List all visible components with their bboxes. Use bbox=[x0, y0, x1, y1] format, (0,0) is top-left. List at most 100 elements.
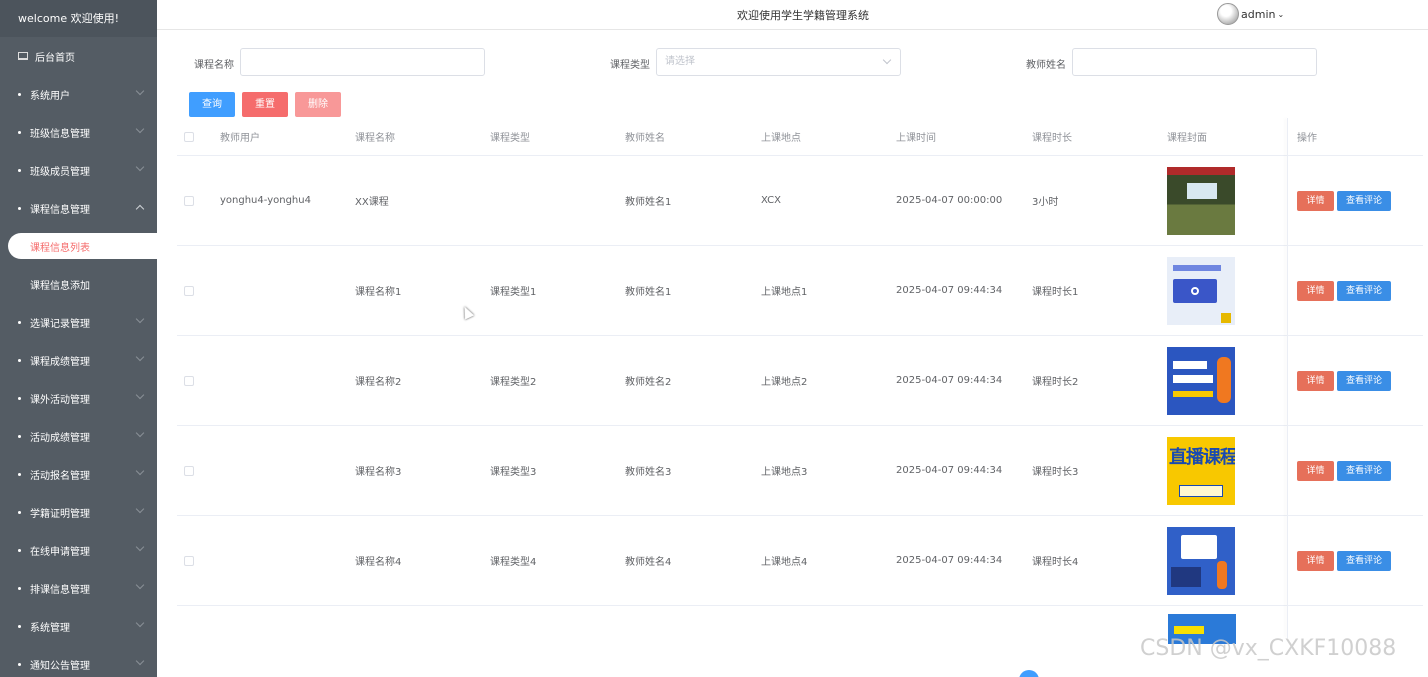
row-checkbox[interactable] bbox=[184, 375, 194, 386]
cell-teacher-name: 教师姓名1 bbox=[625, 287, 672, 298]
detail-button[interactable]: 详情 bbox=[1297, 550, 1334, 571]
avatar[interactable] bbox=[1217, 3, 1239, 25]
sidebar-item-home[interactable]: 后台首页 bbox=[0, 37, 157, 75]
sidebar-subitem-course-add[interactable]: 课程信息添加 bbox=[0, 265, 157, 303]
bullet-icon bbox=[18, 320, 21, 324]
chevron-down-icon bbox=[135, 124, 145, 134]
course-cover-image[interactable] bbox=[1167, 166, 1235, 235]
sidebar-item-class-info[interactable]: 班级信息管理 bbox=[0, 113, 157, 151]
table-row: 课程名称3 课程类型3 教师姓名3 上课地点3 2025-04-07 09:44… bbox=[177, 426, 1423, 516]
teacher-name-input[interactable] bbox=[1072, 48, 1317, 76]
sidebar-item-label: 排课信息管理 bbox=[30, 584, 90, 596]
sidebar-item-course-info[interactable]: 课程信息管理 bbox=[0, 189, 157, 227]
sidebar-item-system-manage[interactable]: 系统管理 bbox=[0, 607, 157, 645]
cell-teacher-name: 教师姓名4 bbox=[625, 557, 672, 568]
row-checkbox[interactable] bbox=[184, 285, 194, 296]
home-icon bbox=[18, 52, 28, 60]
chevron-down-icon bbox=[135, 580, 145, 590]
sidebar-item-activity-grades[interactable]: 活动成绩管理 bbox=[0, 417, 157, 455]
view-comments-button[interactable]: 查看评论 bbox=[1337, 280, 1391, 301]
course-cover-image[interactable] bbox=[1167, 526, 1235, 595]
table-header: 教师用户 课程名称 课程类型 教师姓名 上课地点 上课时间 课程时长 课程封面 … bbox=[177, 118, 1423, 156]
bullet-icon bbox=[18, 168, 21, 172]
course-name-input[interactable] bbox=[240, 48, 485, 76]
sidebar-item-label: 后台首页 bbox=[35, 52, 75, 64]
bullet-icon bbox=[18, 510, 21, 514]
course-cover-image[interactable]: 直播课程 bbox=[1167, 436, 1235, 505]
sidebar-item-online-apply[interactable]: 在线申请管理 bbox=[0, 531, 157, 569]
row-checkbox[interactable] bbox=[184, 465, 194, 476]
cell-location: 上课地点2 bbox=[761, 377, 808, 388]
sidebar: welcome 欢迎使用! 后台首页 系统用户 班级信息管理 班级成员管理 课程… bbox=[0, 0, 157, 677]
chevron-down-icon bbox=[135, 466, 145, 476]
sidebar-item-label: 选课记录管理 bbox=[30, 318, 90, 330]
cell-time: 2025-04-07 09:44:34 bbox=[896, 285, 1003, 296]
teacher-name-label: 教师姓名 bbox=[1026, 60, 1066, 71]
course-table: 教师用户 课程名称 课程类型 教师姓名 上课地点 上课时间 课程时长 课程封面 … bbox=[177, 118, 1423, 638]
view-comments-button[interactable]: 查看评论 bbox=[1337, 550, 1391, 571]
view-comments-button[interactable]: 查看评论 bbox=[1337, 190, 1391, 211]
course-type-select[interactable]: 请选择 bbox=[656, 48, 901, 76]
cell-course-type: 课程类型1 bbox=[490, 287, 537, 298]
reset-button[interactable]: 重置 bbox=[242, 92, 288, 117]
bullet-icon bbox=[18, 358, 21, 362]
detail-button[interactable]: 详情 bbox=[1297, 460, 1334, 481]
header-teacher-name: 教师姓名 bbox=[625, 133, 665, 144]
select-all-checkbox[interactable] bbox=[184, 131, 194, 142]
delete-button[interactable]: 删除 bbox=[295, 92, 341, 117]
top-header: 欢迎使用学生学籍管理系统 admin ⌄ bbox=[157, 0, 1428, 30]
sidebar-item-course-grades[interactable]: 课程成绩管理 bbox=[0, 341, 157, 379]
sidebar-item-label: 系统管理 bbox=[30, 622, 70, 634]
cell-location: 上课地点4 bbox=[761, 557, 808, 568]
detail-button[interactable]: 详情 bbox=[1297, 190, 1334, 211]
cell-course-name: XX课程 bbox=[355, 197, 389, 208]
course-type-label: 课程类型 bbox=[610, 60, 650, 71]
cell-time: 2025-04-07 09:44:34 bbox=[896, 375, 1003, 386]
chevron-down-icon bbox=[135, 390, 145, 400]
bullet-icon bbox=[18, 586, 21, 590]
floating-button[interactable] bbox=[1019, 670, 1039, 677]
sidebar-item-activity-signup[interactable]: 活动报名管理 bbox=[0, 455, 157, 493]
detail-button[interactable]: 详情 bbox=[1297, 280, 1334, 301]
cell-course-name: 课程名称4 bbox=[355, 557, 402, 568]
cell-duration: 课程时长4 bbox=[1032, 557, 1079, 568]
sidebar-item-label: 在线申请管理 bbox=[30, 546, 90, 558]
detail-button[interactable]: 详情 bbox=[1297, 370, 1334, 391]
cell-course-name: 课程名称3 bbox=[355, 467, 402, 478]
cell-course-name: 课程名称1 bbox=[355, 287, 402, 298]
sidebar-item-enrollment-cert[interactable]: 学籍证明管理 bbox=[0, 493, 157, 531]
sidebar-item-notice[interactable]: 通知公告管理 bbox=[0, 645, 157, 677]
cell-time: 2025-04-07 09:44:34 bbox=[896, 465, 1003, 476]
cell-teacher-name: 教师姓名1 bbox=[625, 197, 672, 208]
course-cover-image[interactable] bbox=[1167, 256, 1235, 325]
user-menu[interactable]: admin ⌄ bbox=[1217, 3, 1284, 25]
row-checkbox[interactable] bbox=[184, 195, 194, 206]
sidebar-item-schedule[interactable]: 排课信息管理 bbox=[0, 569, 157, 607]
sidebar-subitem-course-list[interactable]: 课程信息列表 bbox=[8, 233, 157, 259]
cell-duration: 课程时长3 bbox=[1032, 467, 1079, 478]
chevron-down-icon: ⌄ bbox=[1277, 9, 1285, 19]
chevron-down-icon bbox=[135, 504, 145, 514]
query-button[interactable]: 查询 bbox=[189, 92, 235, 117]
sidebar-item-class-members[interactable]: 班级成员管理 bbox=[0, 151, 157, 189]
sidebar-item-label: 班级信息管理 bbox=[30, 128, 90, 140]
cell-course-type: 课程类型4 bbox=[490, 557, 537, 568]
sidebar-item-activities[interactable]: 课外活动管理 bbox=[0, 379, 157, 417]
cell-duration: 课程时长2 bbox=[1032, 377, 1079, 388]
sidebar-item-system-users[interactable]: 系统用户 bbox=[0, 75, 157, 113]
chevron-down-icon bbox=[135, 352, 145, 362]
course-cover-image[interactable] bbox=[1167, 346, 1235, 415]
header-course-name: 课程名称 bbox=[355, 133, 395, 144]
sidebar-item-label: 课程信息管理 bbox=[30, 204, 90, 216]
course-name-label: 课程名称 bbox=[194, 60, 234, 71]
bullet-icon bbox=[18, 434, 21, 438]
view-comments-button[interactable]: 查看评论 bbox=[1337, 370, 1391, 391]
row-checkbox[interactable] bbox=[184, 555, 194, 566]
cover-text: 直播课程 bbox=[1169, 446, 1235, 468]
cell-duration: 课程时长1 bbox=[1032, 287, 1079, 298]
view-comments-button[interactable]: 查看评论 bbox=[1337, 460, 1391, 481]
header-location: 上课地点 bbox=[761, 133, 801, 144]
bullet-icon bbox=[18, 624, 21, 628]
chevron-down-icon bbox=[135, 86, 145, 96]
sidebar-item-course-selection[interactable]: 选课记录管理 bbox=[0, 303, 157, 341]
